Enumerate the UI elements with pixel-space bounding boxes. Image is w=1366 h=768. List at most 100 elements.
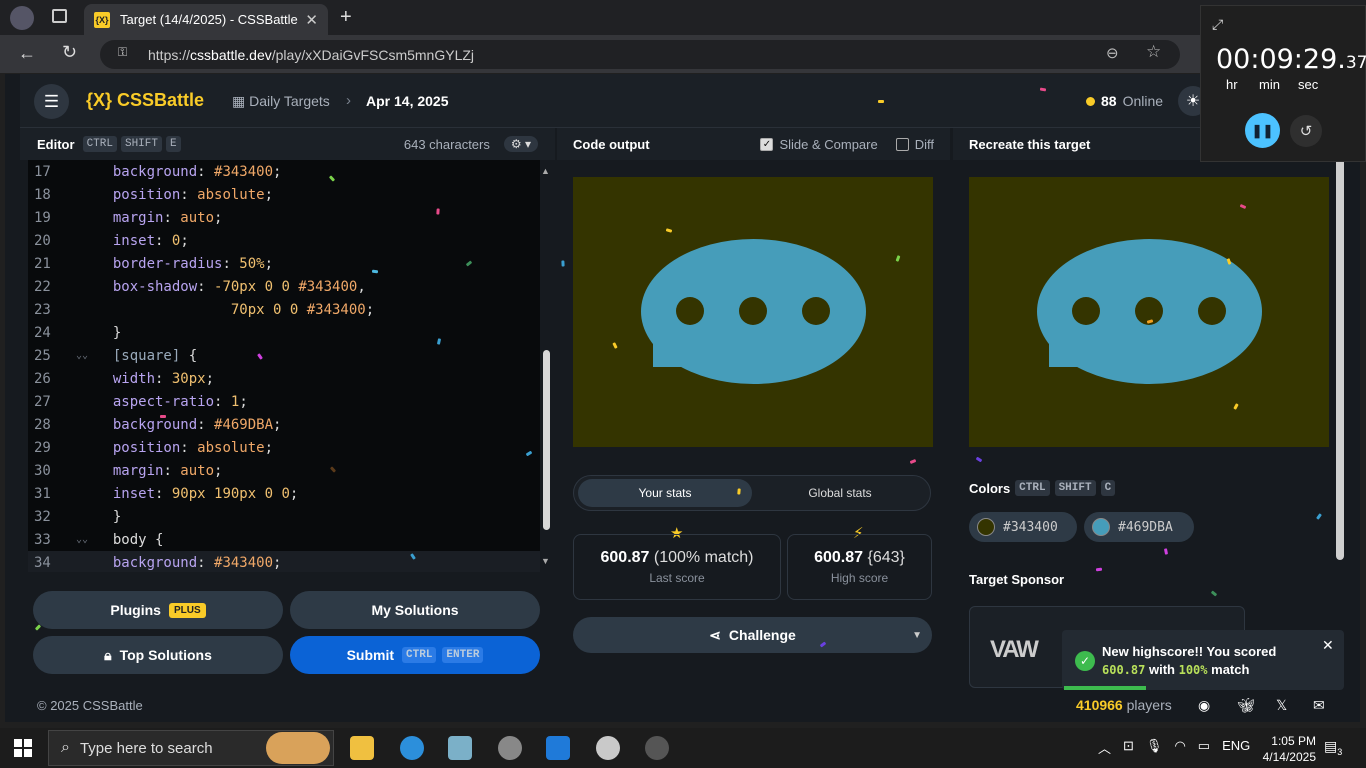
plugins-button[interactable]: Plugins PLUS: [33, 591, 283, 629]
breadcrumb-daily-targets[interactable]: ▦ Daily Targets: [232, 93, 330, 110]
chevron-down-icon[interactable]: ▼: [912, 630, 922, 641]
line-code: margin: auto;: [112, 462, 223, 479]
line-number: 18: [34, 186, 51, 203]
code-line[interactable]: 23 70px 0 0 #343400;: [28, 298, 540, 321]
scroll-down-icon[interactable]: ▼: [541, 556, 550, 566]
line-number: 21: [34, 255, 51, 272]
site-info-icon[interactable]: ⚿: [118, 45, 127, 60]
bluesky-icon[interactable]: 🦋︎: [1237, 697, 1255, 714]
code-line[interactable]: 28 background: #469DBA;: [28, 413, 540, 436]
recorder-icon[interactable]: [645, 736, 669, 760]
wifi-icon[interactable]: ◠: [1174, 738, 1185, 757]
line-code: aspect-ratio: 1;: [112, 393, 248, 410]
color-swatch-2[interactable]: #469DBA: [1084, 512, 1194, 542]
output-square: [653, 337, 683, 367]
line-number: 24: [34, 324, 51, 341]
code-editor[interactable]: 17 background: #343400; 18 position: abso…: [28, 160, 540, 572]
right-panel-scrollbar[interactable]: [1336, 140, 1344, 560]
battery-icon[interactable]: ▭: [1198, 738, 1210, 757]
chatgpt-icon[interactable]: [498, 736, 522, 760]
windows-start-icon[interactable]: [14, 739, 32, 757]
line-number: 28: [34, 416, 51, 433]
diff-checkbox[interactable]: [895, 137, 909, 151]
language-indicator[interactable]: ENG: [1222, 738, 1250, 757]
code-line[interactable]: 33 ⌄⌄ body {: [28, 528, 540, 551]
line-code: border-radius: 50%;: [112, 255, 274, 272]
taskbar-clock[interactable]: 1:05 PM 4/14/2025: [1258, 733, 1316, 765]
submit-button[interactable]: Submit CTRL ENTER: [290, 636, 540, 674]
code-line[interactable]: 25 ⌄⌄ [square] {: [28, 344, 540, 367]
notification-icon[interactable]: ▤3: [1324, 738, 1342, 757]
code-line[interactable]: 19 margin: auto;: [28, 206, 540, 229]
edge-icon[interactable]: [400, 736, 424, 760]
color-dot-icon: [977, 518, 995, 536]
code-line[interactable]: 27 aspect-ratio: 1;: [28, 390, 540, 413]
top-solutions-button[interactable]: 🔒︎ Top Solutions: [33, 636, 283, 674]
code-line[interactable]: 26 width: 30px;: [28, 367, 540, 390]
tab-global-stats[interactable]: Global stats: [755, 479, 925, 507]
line-code: [square] {: [96, 347, 198, 364]
code-line[interactable]: 17 background: #343400;: [28, 160, 540, 183]
sponsor-logo: VAW: [990, 636, 1039, 663]
output-dot: [739, 297, 767, 325]
line-number: 29: [34, 439, 51, 456]
app-icon[interactable]: [448, 736, 472, 760]
zoom-icon[interactable]: ⊖: [1106, 44, 1119, 62]
profile-avatar[interactable]: [10, 6, 34, 30]
tab-close-icon[interactable]: ✕: [305, 11, 318, 29]
cssbattle-logo[interactable]: {X} CSSBattle: [86, 90, 204, 111]
chevron-up-icon[interactable]: ︿: [1098, 738, 1111, 757]
code-line[interactable]: 20 inset: 0;: [28, 229, 540, 252]
browser-tab-active[interactable]: {X} Target (14/4/2025) - CSSBattle ✕: [84, 4, 328, 35]
fold-chevron-icon[interactable]: ⌄⌄: [76, 534, 96, 545]
editor-scrollbar-thumb[interactable]: [543, 350, 550, 530]
mail-icon[interactable]: ✉: [1313, 697, 1325, 714]
file-explorer-icon[interactable]: [350, 736, 374, 760]
color-swatch-1[interactable]: #343400: [969, 512, 1077, 542]
toast-close-icon[interactable]: ✕: [1322, 637, 1334, 654]
my-solutions-button[interactable]: My Solutions: [290, 591, 540, 629]
bookmark-star-icon[interactable]: ☆: [1146, 42, 1161, 62]
fold-chevron-icon[interactable]: ⌄⌄: [76, 350, 96, 361]
back-arrow-icon[interactable]: ←: [18, 43, 36, 64]
reset-button[interactable]: ↺: [1290, 115, 1322, 147]
last-score-match: (100% match): [653, 549, 754, 566]
search-highlight-image[interactable]: [266, 732, 330, 764]
code-line[interactable]: 34 background: #343400;: [28, 551, 540, 572]
confetti-piece: [371, 269, 379, 274]
battery-alert-icon[interactable]: ⊡: [1123, 738, 1134, 757]
code-line[interactable]: 30 margin: auto;: [28, 459, 540, 482]
gear-icon: ⚙ ▾: [510, 137, 531, 151]
code-line[interactable]: 18 position: absolute;: [28, 183, 540, 206]
url-bar[interactable]: https://cssbattle.dev/play/xXDaiGvFSCsm5…: [100, 40, 1180, 69]
scroll-up-icon[interactable]: ▲: [541, 166, 550, 176]
tab-your-stats[interactable]: Your stats: [578, 479, 752, 507]
target-image[interactable]: [969, 177, 1329, 447]
diff-label: Diff: [914, 136, 934, 152]
vscode-icon[interactable]: [546, 736, 570, 760]
slide-compare-checkbox[interactable]: ✓: [760, 137, 774, 151]
code-line[interactable]: 32 }: [28, 505, 540, 528]
menu-button[interactable]: ☰: [34, 84, 69, 119]
tab-actions-icon[interactable]: [52, 9, 67, 23]
confetti-piece: [159, 414, 167, 419]
code-output-canvas[interactable]: [573, 177, 933, 447]
discord-icon[interactable]: ◉: [1198, 697, 1210, 714]
x-twitter-icon[interactable]: 𝕏: [1276, 697, 1287, 714]
pause-button[interactable]: ❚❚: [1245, 113, 1280, 148]
editor-settings-button[interactable]: ⚙ ▾: [503, 136, 538, 152]
code-line[interactable]: 29 position: absolute;: [28, 436, 540, 459]
line-code: margin: auto;: [112, 209, 223, 226]
code-line[interactable]: 24 }: [28, 321, 540, 344]
new-tab-icon[interactable]: +: [340, 6, 352, 29]
expand-icon[interactable]: ⤢: [1212, 16, 1223, 33]
code-line[interactable]: 21 border-radius: 50%;: [28, 252, 540, 275]
microphone-icon[interactable]: 🎙︎: [1146, 738, 1163, 757]
code-line[interactable]: 22 box-shadow: -70px 0 0 #343400,: [28, 275, 540, 298]
line-number: 23: [34, 301, 51, 318]
online-dot-icon: [1086, 96, 1095, 106]
reload-icon[interactable]: ↻: [62, 42, 77, 63]
clock-app-icon[interactable]: [596, 736, 620, 760]
challenge-button[interactable]: ⋖ Challenge ▼: [573, 617, 932, 653]
code-line[interactable]: 31 inset: 90px 190px 0 0;: [28, 482, 540, 505]
